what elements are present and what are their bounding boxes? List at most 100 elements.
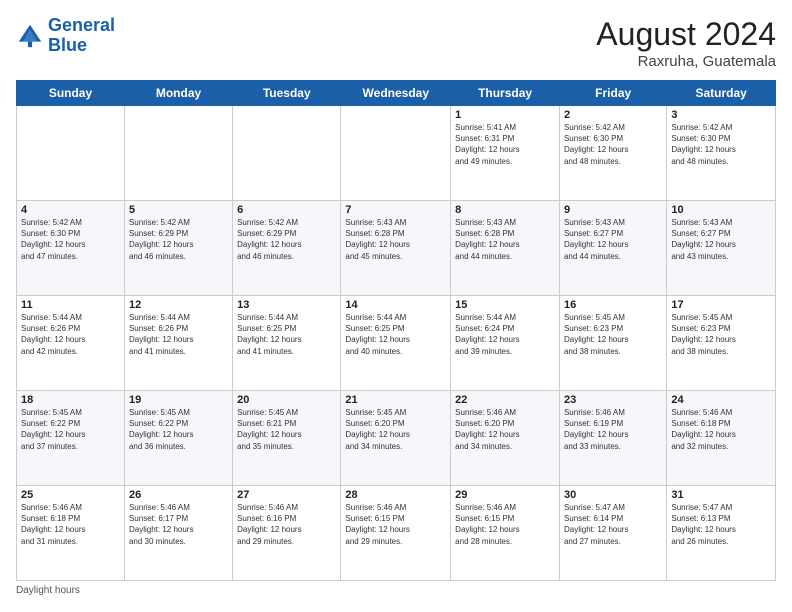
day-number: 8 (455, 204, 555, 216)
day-number: 15 (455, 299, 555, 311)
calendar-cell: 31Sunrise: 5:47 AM Sunset: 6:13 PM Dayli… (667, 486, 776, 581)
calendar-cell: 4Sunrise: 5:42 AM Sunset: 6:30 PM Daylig… (17, 201, 125, 296)
day-info: Sunrise: 5:44 AM Sunset: 6:24 PM Dayligh… (455, 312, 555, 357)
day-info: Sunrise: 5:44 AM Sunset: 6:25 PM Dayligh… (345, 312, 446, 357)
col-header-monday: Monday (124, 81, 232, 106)
calendar-cell: 8Sunrise: 5:43 AM Sunset: 6:28 PM Daylig… (451, 201, 560, 296)
location: Raxruha, Guatemala (596, 53, 776, 70)
calendar-cell: 25Sunrise: 5:46 AM Sunset: 6:18 PM Dayli… (17, 486, 125, 581)
day-info: Sunrise: 5:46 AM Sunset: 6:17 PM Dayligh… (129, 502, 228, 547)
calendar-cell: 22Sunrise: 5:46 AM Sunset: 6:20 PM Dayli… (451, 391, 560, 486)
col-header-friday: Friday (559, 81, 666, 106)
calendar-cell: 2Sunrise: 5:42 AM Sunset: 6:30 PM Daylig… (559, 106, 666, 201)
calendar-cell: 16Sunrise: 5:45 AM Sunset: 6:23 PM Dayli… (559, 296, 666, 391)
calendar-cell: 11Sunrise: 5:44 AM Sunset: 6:26 PM Dayli… (17, 296, 125, 391)
calendar-cell (124, 106, 232, 201)
day-info: Sunrise: 5:42 AM Sunset: 6:30 PM Dayligh… (21, 217, 120, 262)
day-info: Sunrise: 5:42 AM Sunset: 6:30 PM Dayligh… (671, 122, 771, 167)
day-number: 31 (671, 489, 771, 501)
day-info: Sunrise: 5:45 AM Sunset: 6:22 PM Dayligh… (129, 407, 228, 452)
week-row-1: 1Sunrise: 5:41 AM Sunset: 6:31 PM Daylig… (17, 106, 776, 201)
calendar-cell: 3Sunrise: 5:42 AM Sunset: 6:30 PM Daylig… (667, 106, 776, 201)
calendar-cell: 27Sunrise: 5:46 AM Sunset: 6:16 PM Dayli… (233, 486, 341, 581)
day-info: Sunrise: 5:45 AM Sunset: 6:23 PM Dayligh… (671, 312, 771, 357)
day-info: Sunrise: 5:43 AM Sunset: 6:27 PM Dayligh… (671, 217, 771, 262)
day-info: Sunrise: 5:41 AM Sunset: 6:31 PM Dayligh… (455, 122, 555, 167)
day-info: Sunrise: 5:45 AM Sunset: 6:21 PM Dayligh… (237, 407, 336, 452)
day-number: 21 (345, 394, 446, 406)
day-info: Sunrise: 5:43 AM Sunset: 6:28 PM Dayligh… (455, 217, 555, 262)
day-info: Sunrise: 5:44 AM Sunset: 6:26 PM Dayligh… (21, 312, 120, 357)
day-info: Sunrise: 5:46 AM Sunset: 6:20 PM Dayligh… (455, 407, 555, 452)
day-number: 22 (455, 394, 555, 406)
day-number: 5 (129, 204, 228, 216)
logo-text: General Blue (48, 16, 115, 56)
day-info: Sunrise: 5:45 AM Sunset: 6:20 PM Dayligh… (345, 407, 446, 452)
calendar-cell: 20Sunrise: 5:45 AM Sunset: 6:21 PM Dayli… (233, 391, 341, 486)
calendar-cell: 23Sunrise: 5:46 AM Sunset: 6:19 PM Dayli… (559, 391, 666, 486)
calendar-cell: 17Sunrise: 5:45 AM Sunset: 6:23 PM Dayli… (667, 296, 776, 391)
logo: General Blue (16, 16, 115, 56)
header: General Blue August 2024 Raxruha, Guatem… (16, 16, 776, 70)
col-header-wednesday: Wednesday (341, 81, 451, 106)
day-info: Sunrise: 5:43 AM Sunset: 6:28 PM Dayligh… (345, 217, 446, 262)
calendar-cell: 7Sunrise: 5:43 AM Sunset: 6:28 PM Daylig… (341, 201, 451, 296)
logo-blue: Blue (48, 35, 87, 55)
daylight-label: Daylight hours (16, 585, 80, 596)
day-info: Sunrise: 5:47 AM Sunset: 6:13 PM Dayligh… (671, 502, 771, 547)
logo-icon (16, 22, 44, 50)
day-number: 6 (237, 204, 336, 216)
week-row-2: 4Sunrise: 5:42 AM Sunset: 6:30 PM Daylig… (17, 201, 776, 296)
day-info: Sunrise: 5:45 AM Sunset: 6:22 PM Dayligh… (21, 407, 120, 452)
day-number: 26 (129, 489, 228, 501)
day-number: 24 (671, 394, 771, 406)
day-info: Sunrise: 5:46 AM Sunset: 6:15 PM Dayligh… (455, 502, 555, 547)
calendar-cell: 18Sunrise: 5:45 AM Sunset: 6:22 PM Dayli… (17, 391, 125, 486)
calendar-cell (233, 106, 341, 201)
day-number: 16 (564, 299, 662, 311)
day-info: Sunrise: 5:46 AM Sunset: 6:15 PM Dayligh… (345, 502, 446, 547)
calendar-cell: 28Sunrise: 5:46 AM Sunset: 6:15 PM Dayli… (341, 486, 451, 581)
day-number: 9 (564, 204, 662, 216)
day-number: 27 (237, 489, 336, 501)
calendar-cell (17, 106, 125, 201)
col-header-tuesday: Tuesday (233, 81, 341, 106)
day-info: Sunrise: 5:42 AM Sunset: 6:29 PM Dayligh… (237, 217, 336, 262)
day-info: Sunrise: 5:42 AM Sunset: 6:30 PM Dayligh… (564, 122, 662, 167)
day-number: 7 (345, 204, 446, 216)
day-number: 13 (237, 299, 336, 311)
calendar-cell: 29Sunrise: 5:46 AM Sunset: 6:15 PM Dayli… (451, 486, 560, 581)
day-info: Sunrise: 5:45 AM Sunset: 6:23 PM Dayligh… (564, 312, 662, 357)
day-number: 10 (671, 204, 771, 216)
footer-note: Daylight hours (16, 585, 776, 596)
calendar-cell: 30Sunrise: 5:47 AM Sunset: 6:14 PM Dayli… (559, 486, 666, 581)
day-info: Sunrise: 5:47 AM Sunset: 6:14 PM Dayligh… (564, 502, 662, 547)
day-number: 23 (564, 394, 662, 406)
week-row-4: 18Sunrise: 5:45 AM Sunset: 6:22 PM Dayli… (17, 391, 776, 486)
calendar-cell: 26Sunrise: 5:46 AM Sunset: 6:17 PM Dayli… (124, 486, 232, 581)
day-info: Sunrise: 5:46 AM Sunset: 6:18 PM Dayligh… (21, 502, 120, 547)
col-header-thursday: Thursday (451, 81, 560, 106)
calendar-cell: 5Sunrise: 5:42 AM Sunset: 6:29 PM Daylig… (124, 201, 232, 296)
page: General Blue August 2024 Raxruha, Guatem… (0, 0, 792, 612)
day-info: Sunrise: 5:46 AM Sunset: 6:19 PM Dayligh… (564, 407, 662, 452)
day-number: 25 (21, 489, 120, 501)
day-number: 12 (129, 299, 228, 311)
calendar-cell: 19Sunrise: 5:45 AM Sunset: 6:22 PM Dayli… (124, 391, 232, 486)
calendar-cell: 21Sunrise: 5:45 AM Sunset: 6:20 PM Dayli… (341, 391, 451, 486)
day-number: 20 (237, 394, 336, 406)
day-number: 4 (21, 204, 120, 216)
day-number: 3 (671, 109, 771, 121)
day-number: 19 (129, 394, 228, 406)
col-header-saturday: Saturday (667, 81, 776, 106)
week-row-5: 25Sunrise: 5:46 AM Sunset: 6:18 PM Dayli… (17, 486, 776, 581)
day-number: 29 (455, 489, 555, 501)
day-number: 17 (671, 299, 771, 311)
calendar-cell: 24Sunrise: 5:46 AM Sunset: 6:18 PM Dayli… (667, 391, 776, 486)
day-number: 11 (21, 299, 120, 311)
day-number: 30 (564, 489, 662, 501)
logo-general: General (48, 15, 115, 35)
day-number: 1 (455, 109, 555, 121)
calendar-cell: 9Sunrise: 5:43 AM Sunset: 6:27 PM Daylig… (559, 201, 666, 296)
day-info: Sunrise: 5:42 AM Sunset: 6:29 PM Dayligh… (129, 217, 228, 262)
